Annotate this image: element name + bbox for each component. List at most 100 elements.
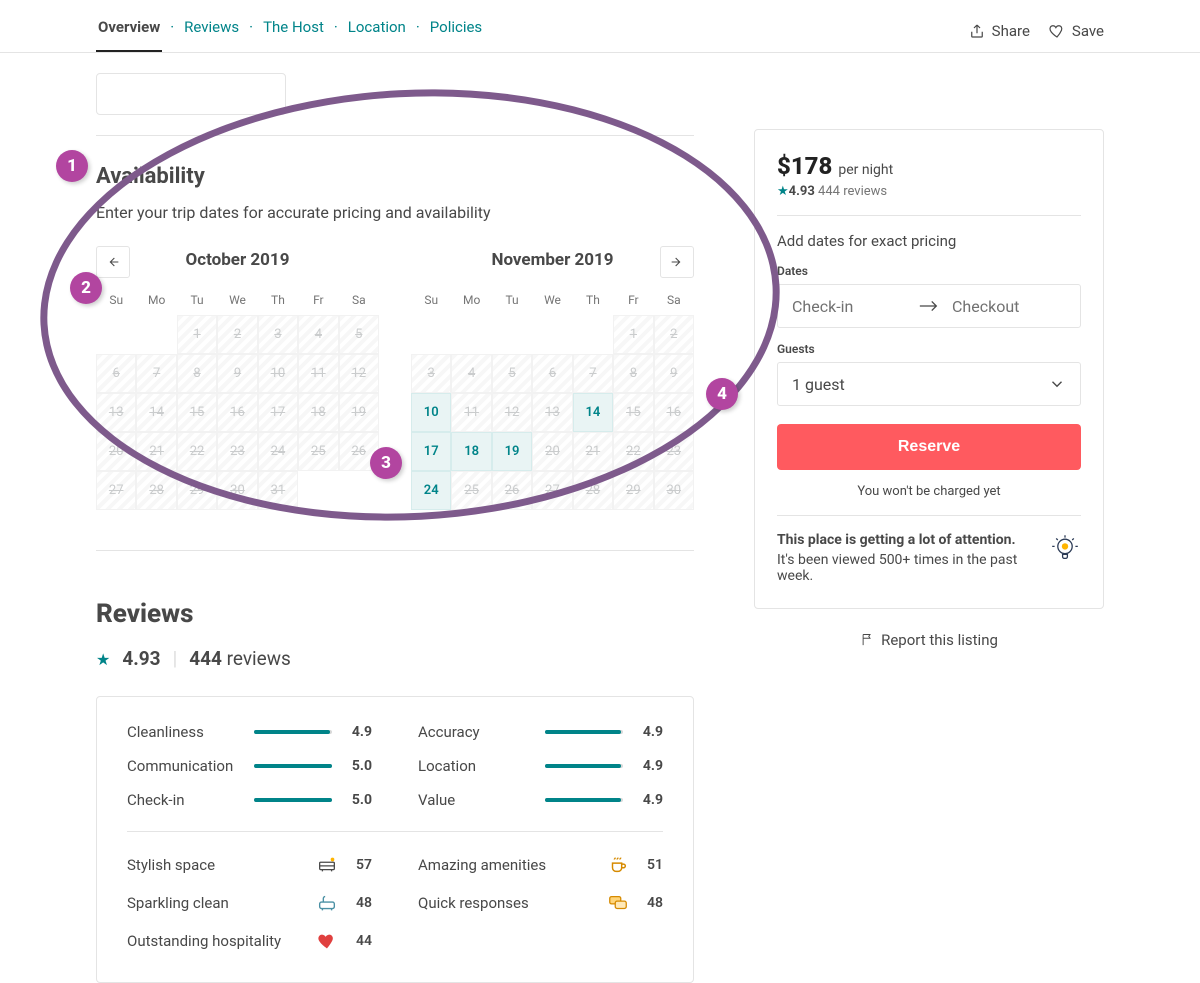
tab-policies[interactable]: Policies — [428, 10, 484, 50]
calendar-day: 14 — [136, 393, 176, 432]
calendar-day[interactable]: 17 — [411, 432, 451, 471]
dates-label: Dates — [777, 264, 1081, 278]
calendar-day: 22 — [613, 432, 653, 471]
calendar-day: 10 — [258, 354, 298, 393]
availability-subtitle: Enter your trip dates for accurate prici… — [96, 203, 694, 222]
arrow-left-icon — [105, 254, 121, 270]
calendar-day: 16 — [654, 393, 694, 432]
calendar-day: 15 — [613, 393, 653, 432]
rating-row: Location4.9 — [418, 757, 663, 775]
compliment-row: Amazing amenities51 — [418, 854, 663, 876]
calendar-day: 19 — [339, 393, 379, 432]
share-button[interactable]: Share — [968, 22, 1030, 40]
share-label: Share — [992, 22, 1030, 40]
tab-overview[interactable]: Overview — [96, 10, 162, 52]
calendar-day: 21 — [573, 432, 613, 471]
calendar-day[interactable]: 10 — [411, 393, 451, 432]
calendar-day: 3 — [258, 315, 298, 354]
reviews-count: 444 — [189, 647, 222, 670]
booking-rating: 4.93 — [789, 184, 815, 199]
calendar-month-left: October 2019SuMoTuWeThFrSa12345678910111… — [96, 250, 379, 510]
calendar-day: 6 — [96, 354, 136, 393]
calendar-day: 11 — [451, 393, 491, 432]
star-icon: ★ — [777, 184, 789, 199]
rating-bar — [545, 798, 623, 802]
compliment-row: Stylish space57 — [127, 854, 372, 876]
divider — [96, 135, 694, 136]
calendar-day: 20 — [96, 432, 136, 471]
star-icon: ★ — [96, 650, 110, 669]
charge-note: You won't be charged yet — [777, 484, 1081, 499]
calendar: October 2019SuMoTuWeThFrSa12345678910111… — [96, 250, 694, 510]
divider — [777, 515, 1081, 516]
calendar-day: 5 — [339, 315, 379, 354]
calendar-day: 2 — [217, 315, 257, 354]
availability-heading: Availability — [96, 164, 694, 189]
guests-value: 1 guest — [792, 375, 845, 394]
chevron-down-icon — [1048, 375, 1066, 393]
calendar-day[interactable]: 19 — [492, 432, 532, 471]
compliment-row: Quick responses48 — [418, 892, 663, 914]
calendar-prev-button[interactable] — [96, 246, 130, 278]
calendar-day: 6 — [532, 354, 572, 393]
calendar-day[interactable]: 14 — [573, 393, 613, 432]
calendar-next-button[interactable] — [660, 246, 694, 278]
calendar-day: 22 — [177, 432, 217, 471]
calendar-day: 26 — [492, 471, 532, 510]
add-dates-note: Add dates for exact pricing — [777, 232, 1081, 250]
calendar-day: 1 — [613, 315, 653, 354]
report-listing-link[interactable]: Report this listing — [754, 631, 1104, 649]
guests-select[interactable]: 1 guest — [777, 362, 1081, 406]
booking-card: $178 per night ★4.93 444 reviews Add dat… — [754, 129, 1104, 609]
reserve-button[interactable]: Reserve — [777, 424, 1081, 470]
tub-icon — [316, 892, 338, 914]
calendar-day: 4 — [298, 315, 338, 354]
date-range-input[interactable]: Check-in Checkout — [777, 284, 1081, 328]
calendar-day: 5 — [492, 354, 532, 393]
calendar-day: 29 — [177, 471, 217, 510]
divider — [777, 215, 1081, 216]
rating-bar — [545, 764, 623, 768]
calendar-day: 29 — [613, 471, 653, 510]
tab-location[interactable]: Location — [346, 10, 408, 50]
reviews-heading: Reviews — [96, 599, 694, 629]
calendar-day: 21 — [136, 432, 176, 471]
calendar-day: 18 — [298, 393, 338, 432]
rating-row: Communication5.0 — [127, 757, 372, 775]
calendar-day: 3 — [411, 354, 451, 393]
calendar-day: 8 — [177, 354, 217, 393]
rating-row: Cleanliness4.9 — [127, 723, 372, 741]
calendar-day: 9 — [217, 354, 257, 393]
calendar-day: 30 — [217, 471, 257, 510]
save-button[interactable]: Save — [1048, 22, 1104, 40]
calendar-day: 2 — [654, 315, 694, 354]
share-icon — [968, 22, 986, 40]
divider — [96, 550, 694, 551]
calendar-day[interactable]: 24 — [411, 471, 451, 510]
calendar-day: 17 — [258, 393, 298, 432]
divider — [127, 831, 663, 832]
guests-label: Guests — [777, 342, 1081, 356]
tab-reviews[interactable]: Reviews — [182, 10, 241, 50]
heart-icon — [1048, 22, 1066, 40]
rating-bar — [254, 730, 332, 734]
calendar-day: 11 — [298, 354, 338, 393]
calendar-day: 12 — [492, 393, 532, 432]
attention-text: This place is getting a lot of attention… — [777, 532, 1037, 584]
rating-bar — [254, 798, 332, 802]
flag-icon — [860, 632, 875, 647]
calendar-day: 8 — [613, 354, 653, 393]
calendar-day: 7 — [573, 354, 613, 393]
calendar-day: 16 — [217, 393, 257, 432]
calendar-day: 1 — [177, 315, 217, 354]
tab-the-host[interactable]: The Host — [261, 10, 326, 50]
calendar-day: 9 — [654, 354, 694, 393]
prior-content-placeholder — [96, 73, 286, 115]
calendar-day: 13 — [96, 393, 136, 432]
calendar-day: 7 — [136, 354, 176, 393]
calendar-day: 25 — [298, 432, 338, 471]
sofa-icon — [316, 854, 338, 876]
arrow-right-icon — [918, 299, 940, 313]
calendar-day[interactable]: 18 — [451, 432, 491, 471]
rating-row: Check-in5.0 — [127, 791, 372, 809]
